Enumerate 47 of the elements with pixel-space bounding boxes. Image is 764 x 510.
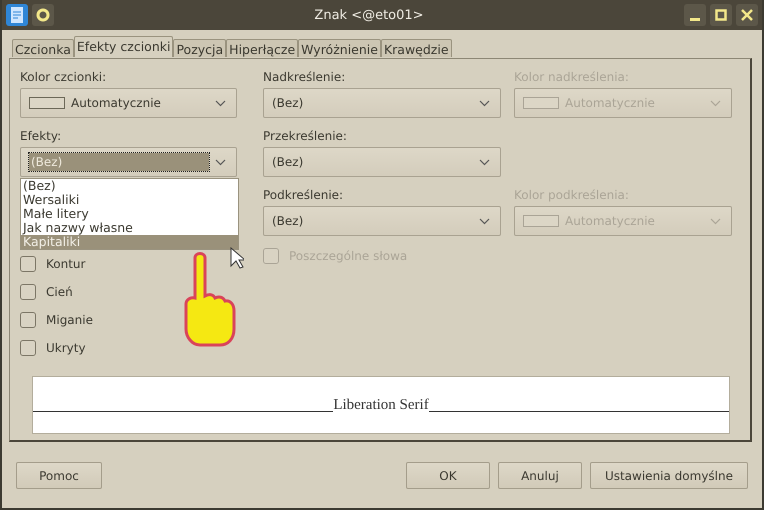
color-swatch-icon [523,215,559,227]
checkbox[interactable] [20,312,36,328]
close-icon [741,9,753,21]
font-color-dropdown[interactable]: Automatycznie [20,88,237,118]
tab[interactable]: Czcionka [12,39,74,57]
field-label: Nadkreślenie: [263,68,346,86]
color-swatch-icon [523,97,559,109]
field-label: Przekreślenie: [263,128,348,144]
preview-text: Liberation Serif [333,396,429,414]
chevron-icon [215,100,226,106]
chevron-icon [479,218,490,224]
checkbox-label: Ukryty [46,341,86,355]
pin-icon[interactable] [32,4,54,26]
field-label: Podkreślenie: [263,186,344,204]
app-icon[interactable] [6,4,28,26]
chevron-icon [479,100,490,106]
window-title: Znak <@eto01> [313,8,425,22]
chevron-icon [710,100,721,106]
field-label: Kolor czcionki: [20,68,108,86]
tab[interactable]: Efekty czcionki [74,36,174,57]
color-swatch-icon [29,97,65,109]
checkbox-label: Cień [46,285,73,299]
dialog-button[interactable]: Ustawienia domyślne [590,462,748,489]
checkbox[interactable] [20,256,36,272]
chevron-icon [710,218,721,224]
dialog-button[interactable]: OK [406,462,490,489]
checkbox-label: Miganie [46,313,93,327]
maximize-button[interactable] [710,4,732,26]
close-button[interactable] [736,4,758,26]
tab[interactable]: Hiperłącze [226,39,298,57]
strikethrough-dropdown[interactable]: (Bez) [263,147,501,177]
minimize-button[interactable] [684,4,706,26]
chevron-icon [215,158,226,166]
maximize-icon [715,9,727,21]
checkbox[interactable] [20,284,36,300]
dialog-button[interactable]: Anuluj [498,462,582,489]
underline-dropdown[interactable]: (Bez) [263,206,501,236]
help-button[interactable]: Pomoc [16,462,102,489]
minimize-icon [690,18,700,21]
tab[interactable]: Pozycja [173,39,226,57]
checkbox[interactable] [20,340,36,356]
tab[interactable]: Wyróżnienie [298,39,381,57]
chevron-icon [479,158,490,166]
checkbox-label: Kontur [46,257,86,271]
overline-dropdown[interactable]: (Bez) [263,88,501,118]
field-label: Efekty: [20,128,62,144]
tab[interactable]: Krawędzie [380,39,452,57]
